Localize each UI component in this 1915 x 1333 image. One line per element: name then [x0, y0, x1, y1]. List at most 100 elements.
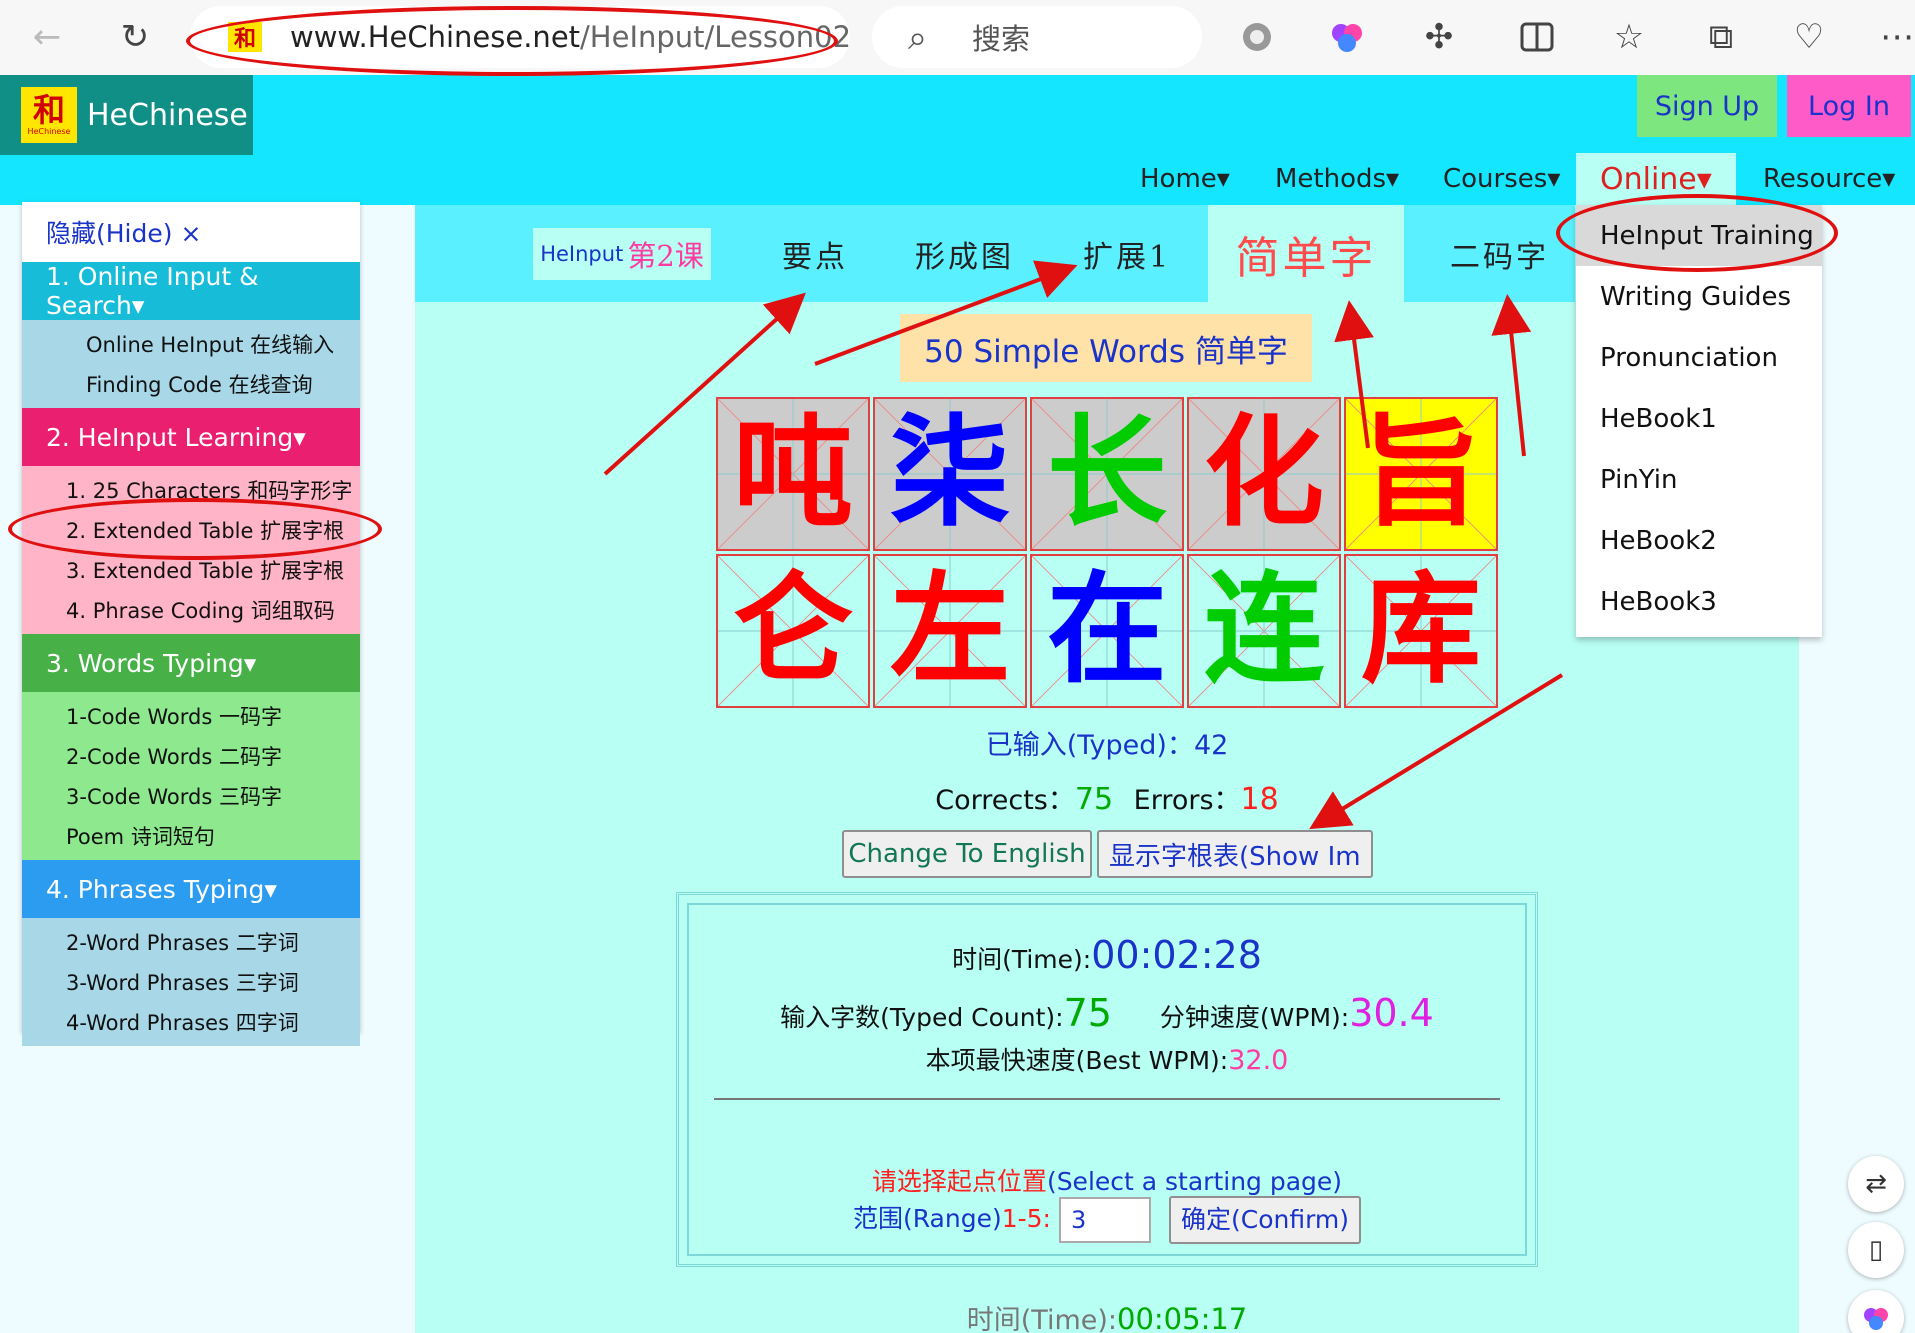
logo-mark-icon: 和 HeChinese [21, 87, 77, 143]
sidebar-item[interactable]: 1-Code Words 一码字 [22, 696, 360, 736]
sidebar-item[interactable]: 3-Code Words 三码字 [22, 776, 360, 816]
nav-resource[interactable]: Resource▾ [1763, 153, 1895, 205]
sidebar-subgroup-2: 1. 25 Characters 和码字形字 2. Extended Table … [22, 466, 360, 634]
reload-icon[interactable]: ↻ [112, 14, 158, 60]
sidebar: 隐藏(Hide) × 1. Online Input & Search▾ Onli… [22, 202, 360, 1046]
browser-essentials-icon[interactable]: ♡ [1786, 14, 1832, 60]
sidebar-group-4[interactable]: 4. Phrases Typing▾ [22, 860, 360, 918]
sidebar-item[interactable]: Finding Code 在线查询 [22, 364, 360, 404]
character-cell: 连 [1187, 554, 1341, 708]
character-cell: 柒 [873, 397, 1027, 551]
sidebar-group-1[interactable]: 1. Online Input & Search▾ [22, 262, 360, 320]
show-input-table-button[interactable]: 显示字根表(Show Im [1097, 830, 1373, 878]
sidebar-item[interactable]: 3. Extended Table 扩展字根 [22, 550, 360, 590]
url-host: www.HeChinese.net [290, 20, 581, 54]
sidebar-item[interactable]: 2-Word Phrases 二字词 [22, 922, 360, 962]
select-start-label-en: (Select a starting page) [1046, 1167, 1343, 1196]
search-placeholder: 搜索 [972, 22, 1031, 56]
dropdown-item[interactable]: Pronunciation [1576, 327, 1822, 388]
wpm-value: 30.4 [1349, 991, 1434, 1035]
more-options-icon[interactable]: ⋯ [1874, 14, 1915, 60]
sidebar-item[interactable]: 2-Code Words 二码字 [22, 736, 360, 776]
typed-stat: 已输入(Typed)：42 [415, 723, 1799, 762]
sidebar-subgroup-4: 2-Word Phrases 二字词 3-Word Phrases 三字词 4-Wo… [22, 918, 360, 1046]
sidebar-item[interactable]: 2. Extended Table 扩展字根 [22, 510, 360, 550]
dropdown-item[interactable]: HeBook3 [1576, 571, 1822, 632]
character-glyph: 旨 [1361, 404, 1481, 543]
search-icon: ⌕ [908, 18, 928, 58]
character-glyph: 柒 [890, 404, 1010, 543]
sidebar-group-3[interactable]: 3. Words Typing▾ [22, 634, 360, 692]
range-line: 范围(Range)1-5: 3 确定(Confirm) [689, 1196, 1525, 1244]
character-grid: 吨柒长化旨仑左在连库 [716, 397, 1500, 709]
result-panel: 时间(Time):00:02:28 输入字数(Typed Count):75 分… [676, 892, 1538, 1267]
best-wpm-value: 32.0 [1228, 1045, 1289, 1076]
character-glyph: 仑 [733, 561, 853, 700]
dropdown-item[interactable]: HeInput Training [1576, 205, 1822, 266]
split-screen-icon[interactable] [1514, 14, 1560, 60]
character-cell: 旨 [1344, 397, 1498, 551]
translate-icon[interactable]: ⇄ [1848, 1156, 1904, 1212]
dropdown-item[interactable]: HeBook2 [1576, 510, 1822, 571]
nav-home[interactable]: Home▾ [1140, 153, 1230, 205]
logo-char: 和 [32, 91, 65, 129]
browser-search-box[interactable]: ⌕ 搜索 [872, 6, 1202, 68]
record-icon[interactable] [1234, 14, 1280, 60]
tab-two-code-words[interactable]: 二码字 [1450, 205, 1549, 302]
select-start-label-cn: 请选择起点位置 [871, 1167, 1047, 1196]
nav-courses[interactable]: Courses▾ [1443, 153, 1560, 205]
sidebar-subgroup-3: 1-Code Words 一码字 2-Code Words 二码字 3-Code W… [22, 692, 360, 860]
tab-simple-words[interactable]: 简单字 [1208, 205, 1404, 302]
best-wpm-line: 本项最快速度(Best WPM):32.0 [689, 1041, 1525, 1077]
time-value: 00:02:28 [1091, 933, 1262, 977]
wpm-label: 分钟速度(WPM): [1159, 1003, 1350, 1032]
dropdown-item[interactable]: PinYin [1576, 449, 1822, 510]
sidebar-group-2[interactable]: 2. HeInput Learning▾ [22, 408, 360, 466]
character-glyph: 长 [1047, 404, 1167, 543]
sidebar-groups: 1. Online Input & Search▾ Online HeInput … [22, 262, 360, 1046]
start-page-input[interactable]: 3 [1058, 1197, 1151, 1243]
count-wpm-line: 输入字数(Typed Count):75 分钟速度(WPM):30.4 [689, 991, 1525, 1035]
sidebar-item[interactable]: 4. Phrase Coding 词组取码 [22, 590, 360, 630]
extensions-puzzle-icon[interactable]: ✣ [1416, 14, 1462, 60]
nav-methods[interactable]: Methods▾ [1275, 153, 1399, 205]
sidebar-item[interactable]: 3-Word Phrases 三字词 [22, 962, 360, 1002]
character-cell: 化 [1187, 397, 1341, 551]
favorites-star-icon[interactable]: ☆ [1606, 14, 1652, 60]
address-bar[interactable]: 和 www.HeChinese.net/HeInput/Lesson02 [190, 6, 852, 68]
site-name: HeChinese [87, 97, 248, 133]
back-arrow-icon[interactable]: ← [24, 14, 70, 60]
confirm-button[interactable]: 确定(Confirm) [1168, 1196, 1362, 1244]
accuracy-stat: Corrects：75 Errors：18 [415, 778, 1799, 817]
reader-mode-icon[interactable]: ▯ [1848, 1222, 1904, 1278]
nav-online[interactable]: Online▾ [1576, 153, 1736, 205]
sidebar-hide-button[interactable]: 隐藏(Hide) × [22, 202, 360, 262]
collections-icon[interactable]: ⧉ [1698, 14, 1744, 60]
sidebar-item[interactable]: Online HeInput 在线输入 [22, 324, 360, 364]
tab-formation-chart[interactable]: 形成图 [915, 205, 1014, 302]
copilot-brain-icon[interactable] [1324, 14, 1370, 60]
sidebar-item[interactable]: Poem 诗词短句 [22, 816, 360, 856]
browser-toolbar: ← ↻ 和 www.HeChinese.net/HeInput/Lesson02… [0, 0, 1915, 75]
character-glyph: 吨 [733, 404, 853, 543]
tab-key-points[interactable]: 要点 [782, 205, 848, 302]
site-logo[interactable]: 和 HeChinese HeChinese [0, 75, 253, 155]
dropdown-item[interactable]: HeBook1 [1576, 388, 1822, 449]
character-glyph: 化 [1204, 404, 1324, 543]
url-path: /HeInput/Lesson02 [580, 20, 852, 54]
result-panel-inner: 时间(Time):00:02:28 输入字数(Typed Count):75 分… [687, 903, 1527, 1256]
sidebar-item[interactable]: 4-Word Phrases 四字词 [22, 1002, 360, 1042]
character-glyph: 左 [890, 561, 1010, 700]
log-in-button[interactable]: Log In [1787, 75, 1911, 137]
time-line: 时间(Time):00:02:28 [689, 933, 1525, 977]
change-to-english-button[interactable]: Change To English [842, 830, 1092, 878]
typed-count-label: 输入字数(Typed Count): [780, 1003, 1064, 1032]
range-label: 范围(Range) [852, 1204, 1002, 1233]
typed-count-value: 75 [1063, 991, 1112, 1035]
tab-extended-1[interactable]: 扩展1 [1083, 205, 1171, 302]
sidebar-item[interactable]: 1. 25 Characters 和码字形字 [22, 470, 360, 510]
lesson-label-text: HeInput [540, 242, 624, 266]
dropdown-item[interactable]: Writing Guides [1576, 266, 1822, 327]
site-favicon-icon: 和 [228, 22, 262, 52]
sign-up-button[interactable]: Sign Up [1637, 75, 1777, 137]
